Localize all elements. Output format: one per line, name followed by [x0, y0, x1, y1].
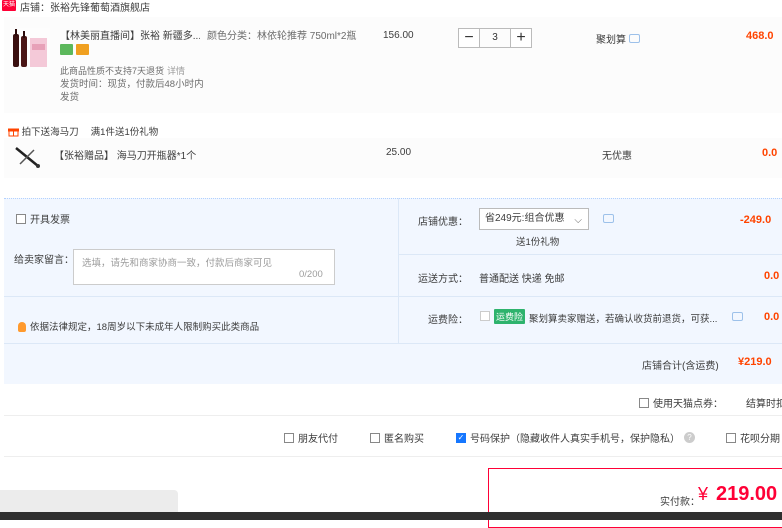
option-anonymous[interactable]: 匿名购买: [370, 430, 424, 445]
qty-input[interactable]: 3: [480, 28, 510, 48]
shop-name[interactable]: 店铺：张裕先锋葡萄酒旗舰店: [20, 0, 150, 14]
divider-line: [4, 296, 398, 297]
gift-rule-text: 满1件送1份礼物: [90, 127, 159, 138]
discount-type-label: 聚划算: [596, 35, 626, 46]
coupon-label: 使用天猫点券：: [653, 399, 723, 410]
return-note: 此商品性质不支持7天退货 详情: [60, 64, 185, 78]
huabei-label: 花呗分期: [740, 434, 780, 445]
coupon-option[interactable]: 使用天猫点券：: [639, 395, 723, 410]
promo-icon-green: [60, 44, 73, 55]
panel-divider: [398, 198, 399, 343]
shipping-value: 0.0: [764, 270, 780, 282]
gift-image[interactable]: [12, 144, 44, 172]
qty-plus-button[interactable]: +: [510, 28, 532, 48]
shop-total-label: 店铺合计(含运费): [642, 361, 719, 372]
divider-line: [398, 254, 782, 255]
gift-icon: [8, 128, 19, 137]
number-protect-checkbox[interactable]: ✓: [456, 432, 466, 443]
chevron-down-icon: ⌵: [574, 215, 582, 226]
payment-currency: ¥: [698, 484, 709, 504]
promo-icon-orange: [76, 44, 89, 55]
invoice-label: 开具发票: [30, 215, 70, 226]
promo-icons: [60, 44, 92, 58]
tmall-badge: 天猫: [2, 0, 16, 11]
gift-price: 25.00: [386, 147, 412, 158]
shop-discount-gift: 送1份礼物: [516, 237, 560, 248]
payment-total: 219.00: [716, 483, 778, 505]
insurance-value: 0.0: [764, 311, 780, 323]
message-char-count: 0/200: [299, 269, 323, 280]
insurance-text: 聚划算卖家赠送，若确认收货前退货，可获...: [529, 314, 718, 325]
insurance-label: 运费险：: [428, 315, 468, 326]
gift-head-text: 拍下送海马刀: [21, 127, 79, 138]
shop-discount-label: 店铺优惠：: [418, 217, 468, 228]
coupon-note: 结算时扣: [746, 399, 782, 410]
lightbulb-icon: [18, 322, 26, 333]
legal-text: 依据法律规定，18周岁以下未成年人限制购买此类商品: [30, 322, 260, 333]
gift-title[interactable]: 【张裕赠品】 海马刀开瓶器*1个: [54, 147, 196, 162]
quantity-stepper: − 3 +: [458, 28, 532, 48]
help-icon[interactable]: ?: [684, 432, 695, 443]
ship-time: 发货时间：现货，付款后48小时内发货: [60, 79, 204, 103]
shop-discount-value: -249.0: [740, 214, 772, 226]
qty-minus-button[interactable]: −: [458, 28, 480, 48]
discount-type: 聚划算: [596, 31, 640, 46]
shop-total-value: ¥219.0: [738, 356, 772, 368]
details-link[interactable]: 详情: [167, 66, 185, 76]
friend-pay-checkbox[interactable]: [284, 432, 294, 443]
unit-price: 156.00: [383, 30, 414, 41]
gift-total: 0.0: [762, 147, 778, 159]
insurance-badge: 运费险: [494, 309, 526, 324]
product-title[interactable]: 【林美丽直播间】张裕 新疆多...: [60, 30, 200, 44]
gift-header: 拍下送海马刀 满1件送1份礼物: [8, 124, 158, 138]
shipping-label: 运送方式：: [418, 274, 468, 285]
invoice-option[interactable]: 开具发票: [16, 211, 70, 226]
item-total: 468.0: [746, 30, 774, 42]
shop-discount-selected: 省249元:组合优惠: [485, 213, 565, 224]
legal-notice: 依据法律规定，18周岁以下未成年人限制购买此类商品: [18, 319, 259, 333]
product-spec: 颜色分类：林依轮推荐 750ml*2瓶: [207, 31, 357, 42]
payment-label: 实付款：: [660, 497, 700, 508]
chat-icon[interactable]: [732, 312, 743, 321]
anonymous-label: 匿名购买: [384, 434, 424, 445]
return-note-text: 此商品性质不支持7天退货: [60, 66, 165, 76]
huabei-checkbox[interactable]: [726, 432, 736, 443]
option-huabei[interactable]: 花呗分期: [726, 430, 780, 445]
bottom-bar: [0, 512, 782, 520]
divider-line: [398, 296, 782, 297]
message-label: 给卖家留言：: [14, 255, 74, 266]
chat-icon[interactable]: [628, 34, 640, 43]
shop-discount-select[interactable]: 省249元:组合优惠 ⌵: [479, 208, 589, 230]
product-image[interactable]: [10, 28, 50, 70]
coupon-checkbox[interactable]: [639, 397, 649, 408]
anonymous-checkbox[interactable]: [370, 432, 380, 443]
gift-discount: 无优惠: [602, 151, 632, 162]
insurance-checkbox[interactable]: [480, 311, 490, 321]
divider-line: [4, 343, 782, 344]
message-placeholder: 选填，请先和商家协商一致，付款后商家可见: [82, 258, 273, 269]
friend-pay-label: 朋友代付: [298, 434, 338, 445]
chat-icon[interactable]: [603, 214, 614, 223]
option-friend-pay[interactable]: 朋友代付: [284, 430, 338, 445]
shipping-method: 普通配送 快递 免邮: [479, 274, 565, 285]
invoice-checkbox[interactable]: [16, 213, 26, 224]
number-protect-label: 号码保护（隐藏收件人真实手机号，保护隐私）: [470, 434, 680, 445]
option-number-protect[interactable]: ✓ 号码保护（隐藏收件人真实手机号，保护隐私）?: [456, 430, 695, 445]
